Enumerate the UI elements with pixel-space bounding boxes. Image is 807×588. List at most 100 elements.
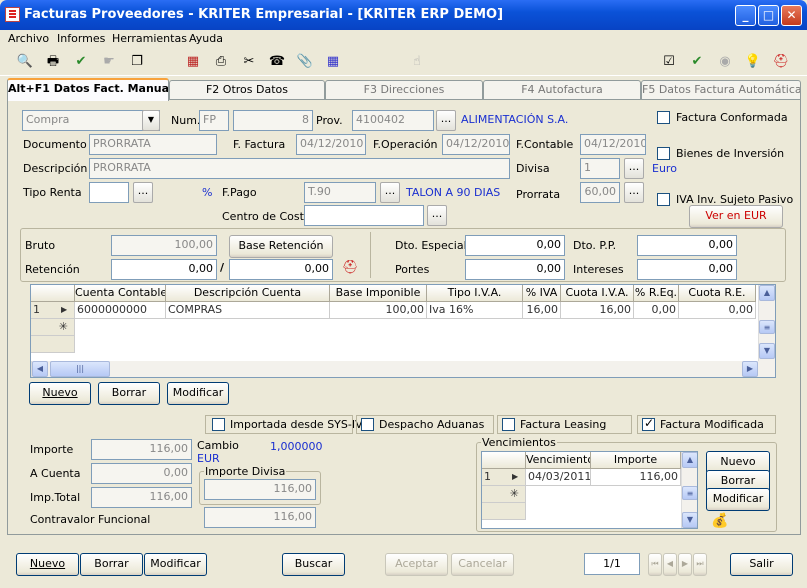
checkbox-icon[interactable]: ☑ [660,53,678,71]
scroll-down-icon[interactable]: ▼ [759,343,775,359]
printer-icon[interactable]: ⎙ [212,53,230,71]
chk-importada[interactable] [212,418,225,431]
venc-scrollbar[interactable]: ▲ ≡ ▼ [681,452,697,528]
buscar-button[interactable]: Buscar [282,553,345,576]
menu-archivo[interactable]: Archivo [8,32,49,45]
chk-aduanas[interactable] [361,418,374,431]
documento-field[interactable]: PRORRATA [89,134,217,155]
table-cell[interactable]: 0,00 [634,302,679,319]
prev-page-icon[interactable]: ◀ [663,553,677,576]
last-page-icon[interactable]: ⏭ [693,553,707,576]
borrar-button[interactable]: Borrar [80,553,143,576]
col-piva[interactable]: % IVA [523,285,561,302]
modificar-button[interactable]: Modificar [144,553,207,576]
fcontable-field[interactable]: 04/12/2010 [580,134,646,155]
print-icon[interactable]: 🖶 [44,53,62,71]
menu-informes[interactable]: Informes [57,32,105,45]
base-retencion-field[interactable]: 0,00 [229,259,333,280]
intereses-field[interactable]: 0,00 [637,259,737,280]
salir-button[interactable]: Salir [730,553,793,576]
horizontal-scrollbar[interactable]: ◀ ||| ▶ [31,361,775,377]
first-page-icon[interactable]: ⏮ [648,553,662,576]
bruto-field[interactable]: 100,00 [111,235,217,256]
scissors-icon[interactable]: ✂ [240,53,258,71]
table-cell[interactable]: COMPRAS [166,302,330,319]
chk-leasing[interactable] [502,418,515,431]
scroll-up-icon[interactable]: ▲ [759,285,775,301]
num-serie-field[interactable]: FP [199,110,229,131]
tab-otros-datos[interactable]: F2 Otros Datos [169,80,325,100]
vertical-scrollbar[interactable]: ▲ ≡ ▼ [758,285,775,361]
tab-datos-factura-automatica[interactable]: F5 Datos Factura Automática [641,80,801,100]
line-nuevo-button[interactable]: Nuevo [29,382,91,405]
fpago-lookup-button[interactable]: ... [380,182,400,203]
flag-leasing[interactable]: Factura Leasing [497,415,632,434]
maximize-button[interactable]: □ [758,5,779,26]
calculator-icon[interactable]: ▦ [184,53,202,71]
scroll-right-icon[interactable]: ▶ [742,361,758,377]
col-descripcion[interactable]: Descripción Cuenta [166,285,330,302]
table-cell[interactable]: Iva 16% [427,302,523,319]
scroll-up-icon[interactable]: ▲ [682,452,697,468]
num-value-field[interactable]: 8 [233,110,313,131]
base-retencion-button[interactable]: Base Retención [229,235,333,258]
grid-icon[interactable]: ▦ [324,53,342,71]
validate-icon[interactable]: ✔ [688,53,706,71]
menu-herramientas[interactable]: Herramientas [112,32,187,45]
scroll-left-icon[interactable]: ◀ [32,361,48,377]
col-cuota-iva[interactable]: Cuota I.V.A. [561,285,634,302]
chk-inversion[interactable] [657,147,670,160]
minimize-button[interactable]: _ [735,5,756,26]
acuenta-field[interactable]: 0,00 [91,463,192,484]
check-icon[interactable]: ✔ [72,53,90,71]
centro-field[interactable] [304,205,424,226]
flag-aduanas[interactable]: Despacho Aduanas [356,415,494,434]
foperacion-field[interactable]: 04/12/2010 [442,134,510,155]
col-importe[interactable]: Importe [591,452,681,469]
line-modificar-button[interactable]: Modificar [167,382,229,405]
prorrata-lookup-button[interactable]: ... [624,182,644,203]
flag-modificada[interactable]: Factura Modificada [637,415,776,434]
ver-eur-button[interactable]: Ver en EUR [689,205,783,228]
impdivisa-field[interactable]: 116,00 [204,479,316,500]
col-req[interactable]: % R.Eq. [634,285,679,302]
table-cell[interactable]: 04/03/2011 [526,469,591,486]
aceptar-button[interactable]: Aceptar [385,553,448,576]
dto-esp-field[interactable]: 0,00 [465,235,565,256]
venc-modificar-button[interactable]: Modificar [706,488,770,511]
lines-grid[interactable]: Cuenta Contable Descripción Cuenta Base … [30,284,776,378]
tiporenta-field[interactable] [89,182,129,203]
scroll-thumb[interactable]: ≡ [682,486,697,500]
fpago-code-field[interactable]: T.90 [304,182,376,203]
paperclip-icon[interactable]: 📎 [296,53,314,71]
flag-importada[interactable]: Importada desde SYS-IV [205,415,363,434]
lightbulb-icon[interactable]: 💡 [744,53,762,71]
scroll-thumb[interactable]: ≡ [759,320,775,334]
prov-lookup-button[interactable]: ... [436,110,456,131]
preview-icon[interactable]: 🔍 [16,53,34,71]
retencion-field[interactable]: 0,00 [111,259,217,280]
tipo-select[interactable]: Compra [22,110,160,131]
table-cell[interactable]: 0,00 [679,302,756,319]
nuevo-button[interactable]: Nuevo [16,553,79,576]
vencimientos-grid[interactable]: Vencimiento Importe 1 ▶ 04/03/2011 116,00… [481,451,698,529]
prorrata-field[interactable]: 60,00 [580,182,620,203]
divisa-lookup-button[interactable]: ... [624,158,644,179]
imptotal-field[interactable]: 116,00 [91,487,192,508]
col-vencimiento[interactable]: Vencimiento [526,452,591,469]
descripcion-field[interactable]: PRORRATA [89,158,510,179]
tab-datos-fact-manual[interactable]: Alt+F1 Datos Fact. Manual [7,78,169,101]
table-cell[interactable]: 116,00 [591,469,681,486]
hscroll-thumb[interactable]: ||| [50,361,110,377]
chevron-down-icon[interactable]: ▼ [142,110,160,131]
menu-ayuda[interactable]: Ayuda [189,32,223,45]
tiporenta-lookup-button[interactable]: ... [133,182,153,203]
close-button[interactable]: ✕ [781,5,802,26]
tab-direcciones[interactable]: F3 Direcciones [325,80,483,100]
col-cuenta[interactable]: Cuenta Contable [75,285,166,302]
col-base[interactable]: Base Imponible [330,285,427,302]
cancelar-button[interactable]: Cancelar [451,553,514,576]
help-icon[interactable]: ⛑ [772,53,790,71]
col-tipo-iva[interactable]: Tipo I.V.A. [427,285,523,302]
col-cuota-re[interactable]: Cuota R.E. [679,285,756,302]
